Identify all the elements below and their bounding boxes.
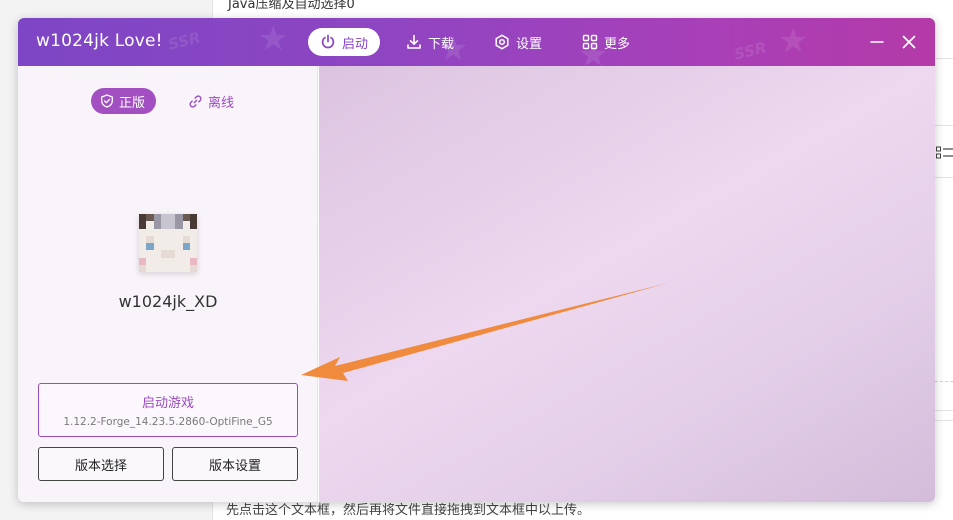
close-icon (902, 35, 916, 49)
login-mode-genuine-label: 正版 (119, 95, 146, 111)
login-mode-genuine[interactable]: 正版 (91, 88, 157, 114)
nav-settings[interactable]: 设置 (482, 28, 554, 56)
launcher-window: ★ ★ ★ ★ SSR SSR w1024jk Love! 启动 下载 设置 更… (18, 18, 935, 502)
checklist-icon[interactable] (936, 146, 953, 160)
background-dashed-line (935, 381, 953, 382)
background-top-text: Java压缩及自动选择0 (228, 0, 355, 12)
nav-launch[interactable]: 启动 (308, 28, 381, 56)
background-line (935, 410, 953, 411)
grid-icon (582, 34, 598, 50)
background-line (935, 420, 953, 421)
background-line (935, 125, 953, 126)
nav-download[interactable]: 下载 (394, 28, 466, 56)
selected-version-label: 1.12.2-Forge_14.23.5.2860-OptiFine_G5 (63, 416, 273, 428)
nav-download-label: 下载 (428, 36, 455, 52)
launch-game-button[interactable]: 启动游戏 1.12.2-Forge_14.23.5.2860-OptiFine_… (38, 383, 298, 437)
launch-game-label: 启动游戏 (141, 396, 194, 411)
login-mode-offline-label: 离线 (208, 95, 235, 111)
power-icon (321, 34, 335, 49)
nav-launch-label: 启动 (342, 36, 369, 52)
link-icon (189, 94, 202, 108)
shield-check-icon (101, 94, 113, 108)
settings-icon (495, 34, 509, 50)
version-settings-button[interactable]: 版本设置 (172, 447, 298, 481)
background-line (935, 177, 953, 178)
background-art-area (319, 66, 935, 502)
minimize-button[interactable] (865, 30, 889, 54)
ssr-watermark: SSR (166, 28, 203, 54)
star-decoration-icon: ★ (258, 19, 289, 59)
nav-more[interactable]: 更多 (570, 28, 642, 56)
ssr-watermark: SSR (732, 38, 769, 64)
title-bar[interactable]: ★ ★ ★ ★ SSR SSR w1024jk Love! 启动 下载 设置 更… (18, 18, 935, 66)
nav-more-label: 更多 (604, 36, 631, 52)
nav-settings-label: 设置 (516, 36, 543, 52)
login-mode-offline[interactable]: 离线 (184, 88, 238, 114)
background-line (935, 58, 953, 59)
launch-panel: 正版 离线 w1024jk_XD 启动游戏 1.12.2-Forge_14.23… (18, 66, 318, 502)
close-button[interactable] (897, 30, 921, 54)
minimize-icon (870, 41, 884, 43)
player-username: w1024jk_XD (118, 292, 218, 311)
version-select-button[interactable]: 版本选择 (38, 447, 164, 481)
download-icon (407, 34, 421, 49)
player-avatar[interactable] (139, 214, 197, 272)
app-title: w1024jk Love! (36, 31, 163, 51)
star-decoration-icon: ★ (778, 21, 809, 61)
